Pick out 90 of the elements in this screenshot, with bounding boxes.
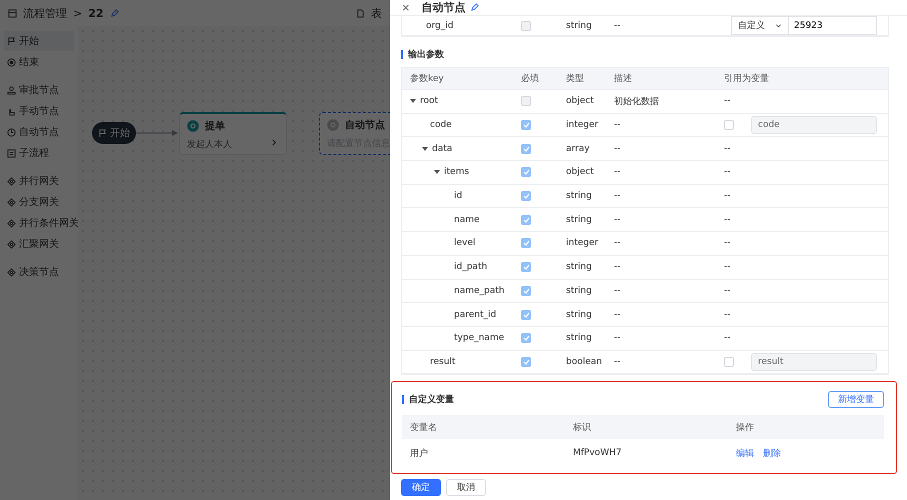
param-key: type_name (454, 333, 504, 344)
palette-item[interactable]: 分支网关 (4, 192, 74, 212)
param-type: string (566, 333, 593, 344)
param-type: object (566, 96, 595, 106)
param-description: -- (614, 167, 622, 178)
variable-value: -- (724, 333, 732, 344)
form-tab[interactable]: 表 (371, 6, 382, 20)
param-key: items (444, 167, 470, 178)
palette-item[interactable]: 子流程 (4, 143, 74, 163)
param-key: id_path (454, 262, 488, 272)
node-subtitle: 发起人本人 (187, 138, 232, 151)
param-description: -- (614, 333, 622, 344)
column-header: 类型 (566, 72, 585, 85)
column-header: 引用为变量 (724, 72, 770, 85)
confirm-button[interactable]: 确定 (401, 479, 441, 496)
param-description: -- (614, 120, 622, 130)
breadcrumb-link[interactable]: 流程管理 (23, 6, 67, 20)
section-title: 自定义变量 (409, 393, 454, 406)
param-description: -- (614, 238, 622, 248)
param-description: -- (614, 286, 622, 296)
param-description: -- (614, 20, 622, 30)
action-link[interactable]: 删除 (763, 446, 781, 460)
param-key: org_id (402, 20, 521, 30)
variable-value: -- (724, 214, 732, 225)
action-link[interactable]: 编辑 (736, 446, 754, 460)
node-title: 自动节点 (345, 118, 385, 132)
param-type: string (566, 191, 593, 202)
variable-value: -- (724, 167, 732, 178)
close-button[interactable]: × (402, 0, 410, 15)
variable-value: -- (724, 96, 732, 106)
add-variable-button[interactable]: 新增变量 (828, 390, 884, 408)
param-key: parent_id (454, 310, 496, 320)
variable-value: -- (724, 286, 732, 296)
param-type: string (566, 310, 593, 320)
param-description: -- (614, 356, 622, 367)
node-label: 开始 (110, 127, 130, 140)
value-field[interactable]: 25923 (789, 16, 877, 35)
palette-item[interactable]: 结束 (4, 52, 74, 72)
variable-value: -- (724, 191, 732, 202)
flow-name: 22 (88, 6, 104, 20)
param-type: integer (566, 120, 600, 130)
palette-item[interactable]: 并行网关 (4, 171, 74, 191)
column-header: 标识 (573, 422, 592, 434)
palette-item[interactable]: 开始 (4, 31, 74, 51)
palette-item[interactable]: 手动节点 (4, 101, 74, 121)
variable-value: -- (724, 310, 732, 320)
variable-id: MfPvoWH7 (573, 448, 623, 458)
param-key: root (420, 96, 438, 106)
palette-item[interactable]: 汇聚网关 (4, 234, 74, 254)
param-description: -- (614, 144, 622, 154)
drawer-title: 自动节点 (422, 0, 466, 15)
breadcrumb-separator: > (73, 6, 82, 20)
cancel-button[interactable]: 取消 (446, 479, 486, 496)
node-title: 提单 (205, 120, 225, 133)
param-description: -- (614, 310, 622, 320)
param-key: id (454, 191, 462, 202)
param-key: level (454, 238, 476, 248)
param-description: -- (614, 191, 622, 202)
param-key: result (430, 356, 456, 367)
param-type: string (566, 286, 593, 296)
variable-value: -- (724, 144, 732, 154)
param-key: code (430, 120, 452, 130)
param-key: name (454, 214, 480, 225)
param-description: -- (614, 214, 622, 225)
task-node[interactable]: 提单 发起人本人 (179, 112, 287, 155)
column-header: 操作 (736, 422, 755, 434)
column-header: 描述 (614, 72, 633, 85)
column-header: 必填 (521, 72, 540, 85)
param-type: boolean (566, 356, 603, 367)
palette-item[interactable]: 自动节点 (4, 122, 74, 142)
param-type: string (566, 214, 593, 225)
variable-name: 用户 (410, 448, 429, 460)
param-type: object (566, 167, 595, 178)
column-header: 变量名 (410, 422, 438, 434)
variable-value: -- (724, 262, 732, 272)
source-select[interactable]: 自定义 (731, 16, 789, 35)
param-type: string (566, 20, 593, 30)
param-type: integer (566, 238, 600, 248)
variable-value: -- (724, 238, 732, 248)
param-key: data (432, 144, 452, 154)
param-type: string (566, 262, 593, 272)
palette-item[interactable]: 审批节点 (4, 80, 74, 100)
palette-item[interactable]: 决策节点 (4, 262, 74, 282)
start-node[interactable]: 开始 (92, 122, 136, 144)
param-description: 初始化数据 (614, 96, 660, 108)
param-key: name_path (454, 286, 504, 296)
section-title: 输出参数 (408, 48, 444, 60)
column-header: 参数key (409, 72, 445, 85)
param-description: -- (614, 262, 622, 272)
param-type: array (566, 144, 591, 154)
